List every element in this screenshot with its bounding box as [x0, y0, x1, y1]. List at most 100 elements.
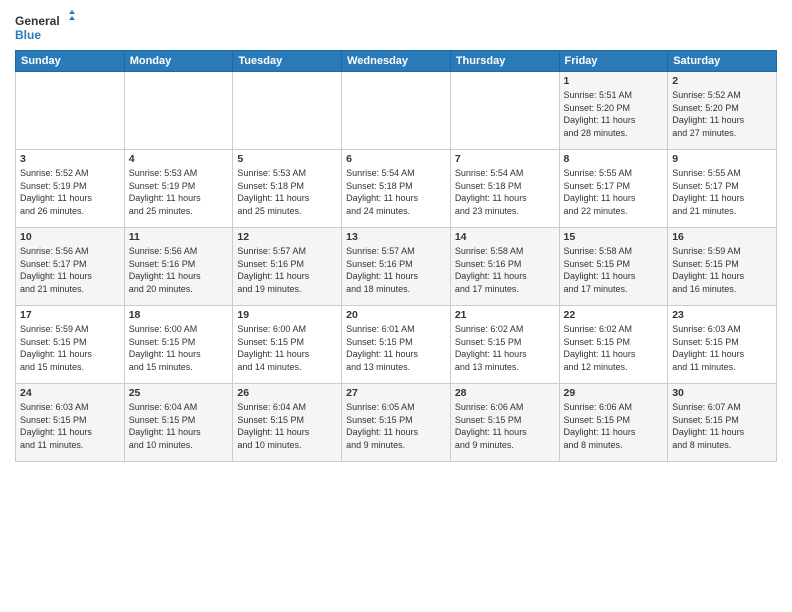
day-info: Sunrise: 6:05 AM Sunset: 5:15 PM Dayligh…: [346, 401, 446, 451]
day-info: Sunrise: 5:57 AM Sunset: 5:16 PM Dayligh…: [346, 245, 446, 295]
day-cell: 15Sunrise: 5:58 AM Sunset: 5:15 PM Dayli…: [559, 228, 668, 306]
day-cell: 13 Sunrise: 5:57 AM Sunset: 5:16 PM Dayli…: [342, 228, 451, 306]
day-number: 1: [564, 75, 664, 87]
day-number: 27: [346, 387, 446, 399]
day-number: 5: [237, 153, 337, 165]
day-cell: [450, 72, 559, 150]
col-header-tuesday: Tuesday: [233, 51, 342, 72]
day-cell: 20 Sunrise: 6:01 AM Sunset: 5:15 PM Dayli…: [342, 306, 451, 384]
day-info: Sunrise: 6:03 AM Sunset: 5:15 PM Dayligh…: [20, 401, 120, 451]
day-number: 6: [346, 153, 446, 165]
day-info: Sunrise: 6:01 AM Sunset: 5:15 PM Dayligh…: [346, 323, 446, 373]
day-cell: 27 Sunrise: 6:05 AM Sunset: 5:15 PM Dayli…: [342, 384, 451, 462]
day-number: 21: [455, 309, 555, 321]
day-info: Sunrise: 5:57 AM Sunset: 5:16 PM Dayligh…: [237, 245, 337, 295]
day-cell: [16, 72, 125, 150]
day-info: Sunrise: 5:54 AM Sunset: 5:18 PM Dayligh…: [455, 167, 555, 217]
day-info: Sunrise: 6:03 AM Sunset: 5:15 PM Dayligh…: [672, 323, 772, 373]
day-info: Sunrise: 5:53 AM Sunset: 5:18 PM Dayligh…: [237, 167, 337, 217]
day-number: 8: [564, 153, 664, 165]
day-number: 29: [564, 387, 664, 399]
day-cell: 8Sunrise: 5:55 AM Sunset: 5:17 PM Daylig…: [559, 150, 668, 228]
day-cell: 6 Sunrise: 5:54 AM Sunset: 5:18 PM Daylig…: [342, 150, 451, 228]
col-header-monday: Monday: [124, 51, 233, 72]
day-cell: 10 Sunrise: 5:56 AM Sunset: 5:17 PM Dayli…: [16, 228, 125, 306]
day-cell: 30 Sunrise: 6:07 AM Sunset: 5:15 PM Dayli…: [668, 384, 777, 462]
day-number: 24: [20, 387, 120, 399]
week-row-1: 1 Sunrise: 5:51 AM Sunset: 5:20 PM Daylig…: [16, 72, 777, 150]
day-info: Sunrise: 5:52 AM Sunset: 5:19 PM Dayligh…: [20, 167, 120, 217]
day-info: Sunrise: 6:06 AM Sunset: 5:15 PM Dayligh…: [564, 401, 664, 451]
day-number: 12: [237, 231, 337, 243]
day-info: Sunrise: 5:53 AM Sunset: 5:19 PM Dayligh…: [129, 167, 229, 217]
day-cell: 7 Sunrise: 5:54 AM Sunset: 5:18 PM Daylig…: [450, 150, 559, 228]
day-cell: [124, 72, 233, 150]
page-container: General Blue SundayMondayTuesdayWednesda…: [0, 0, 792, 467]
logo-svg: General Blue: [15, 10, 75, 46]
header: General Blue: [15, 10, 777, 46]
day-info: Sunrise: 6:02 AM Sunset: 5:15 PM Dayligh…: [455, 323, 555, 373]
day-cell: 16 Sunrise: 5:59 AM Sunset: 5:15 PM Dayli…: [668, 228, 777, 306]
day-info: Sunrise: 5:56 AM Sunset: 5:17 PM Dayligh…: [20, 245, 120, 295]
day-number: 23: [672, 309, 772, 321]
day-cell: 14 Sunrise: 5:58 AM Sunset: 5:16 PM Dayli…: [450, 228, 559, 306]
day-number: 28: [455, 387, 555, 399]
header-row: SundayMondayTuesdayWednesdayThursdayFrid…: [16, 51, 777, 72]
day-cell: 23 Sunrise: 6:03 AM Sunset: 5:15 PM Dayli…: [668, 306, 777, 384]
day-cell: 18Sunrise: 6:00 AM Sunset: 5:15 PM Dayli…: [124, 306, 233, 384]
day-cell: 9 Sunrise: 5:55 AM Sunset: 5:17 PM Daylig…: [668, 150, 777, 228]
day-number: 20: [346, 309, 446, 321]
col-header-saturday: Saturday: [668, 51, 777, 72]
day-number: 4: [129, 153, 229, 165]
day-number: 10: [20, 231, 120, 243]
day-info: Sunrise: 5:51 AM Sunset: 5:20 PM Dayligh…: [564, 89, 664, 139]
day-number: 17: [20, 309, 120, 321]
day-cell: [233, 72, 342, 150]
day-number: 25: [129, 387, 229, 399]
day-info: Sunrise: 5:59 AM Sunset: 5:15 PM Dayligh…: [672, 245, 772, 295]
week-row-4: 17Sunrise: 5:59 AM Sunset: 5:15 PM Dayli…: [16, 306, 777, 384]
day-number: 30: [672, 387, 772, 399]
svg-text:General: General: [15, 14, 60, 28]
day-info: Sunrise: 6:00 AM Sunset: 5:15 PM Dayligh…: [129, 323, 229, 373]
day-number: 9: [672, 153, 772, 165]
day-number: 19: [237, 309, 337, 321]
day-info: Sunrise: 6:00 AM Sunset: 5:15 PM Dayligh…: [237, 323, 337, 373]
day-info: Sunrise: 5:56 AM Sunset: 5:16 PM Dayligh…: [129, 245, 229, 295]
day-cell: 3Sunrise: 5:52 AM Sunset: 5:19 PM Daylig…: [16, 150, 125, 228]
svg-text:Blue: Blue: [15, 28, 41, 42]
week-row-3: 10 Sunrise: 5:56 AM Sunset: 5:17 PM Dayli…: [16, 228, 777, 306]
day-cell: 12 Sunrise: 5:57 AM Sunset: 5:16 PM Dayli…: [233, 228, 342, 306]
day-info: Sunrise: 6:07 AM Sunset: 5:15 PM Dayligh…: [672, 401, 772, 451]
day-cell: 4 Sunrise: 5:53 AM Sunset: 5:19 PM Daylig…: [124, 150, 233, 228]
day-number: 14: [455, 231, 555, 243]
calendar-table: SundayMondayTuesdayWednesdayThursdayFrid…: [15, 50, 777, 462]
day-info: Sunrise: 5:54 AM Sunset: 5:18 PM Dayligh…: [346, 167, 446, 217]
day-number: 16: [672, 231, 772, 243]
col-header-friday: Friday: [559, 51, 668, 72]
day-info: Sunrise: 6:04 AM Sunset: 5:15 PM Dayligh…: [129, 401, 229, 451]
day-number: 22: [564, 309, 664, 321]
day-cell: 2Sunrise: 5:52 AM Sunset: 5:20 PM Daylig…: [668, 72, 777, 150]
day-cell: 22 Sunrise: 6:02 AM Sunset: 5:15 PM Dayli…: [559, 306, 668, 384]
day-cell: 5 Sunrise: 5:53 AM Sunset: 5:18 PM Daylig…: [233, 150, 342, 228]
day-cell: 1 Sunrise: 5:51 AM Sunset: 5:20 PM Daylig…: [559, 72, 668, 150]
day-cell: 24 Sunrise: 6:03 AM Sunset: 5:15 PM Dayli…: [16, 384, 125, 462]
col-header-wednesday: Wednesday: [342, 51, 451, 72]
day-number: 13: [346, 231, 446, 243]
day-cell: 17Sunrise: 5:59 AM Sunset: 5:15 PM Dayli…: [16, 306, 125, 384]
day-cell: 19 Sunrise: 6:00 AM Sunset: 5:15 PM Dayli…: [233, 306, 342, 384]
col-header-thursday: Thursday: [450, 51, 559, 72]
logo: General Blue: [15, 10, 75, 46]
day-number: 7: [455, 153, 555, 165]
day-cell: 11 Sunrise: 5:56 AM Sunset: 5:16 PM Dayli…: [124, 228, 233, 306]
day-number: 11: [129, 231, 229, 243]
day-info: Sunrise: 6:06 AM Sunset: 5:15 PM Dayligh…: [455, 401, 555, 451]
day-info: Sunrise: 6:02 AM Sunset: 5:15 PM Dayligh…: [564, 323, 664, 373]
day-cell: 25 Sunrise: 6:04 AM Sunset: 5:15 PM Dayli…: [124, 384, 233, 462]
day-info: Sunrise: 5:58 AM Sunset: 5:15 PM Dayligh…: [564, 245, 664, 295]
day-info: Sunrise: 5:55 AM Sunset: 5:17 PM Dayligh…: [672, 167, 772, 217]
day-info: Sunrise: 5:58 AM Sunset: 5:16 PM Dayligh…: [455, 245, 555, 295]
day-info: Sunrise: 6:04 AM Sunset: 5:15 PM Dayligh…: [237, 401, 337, 451]
day-number: 26: [237, 387, 337, 399]
